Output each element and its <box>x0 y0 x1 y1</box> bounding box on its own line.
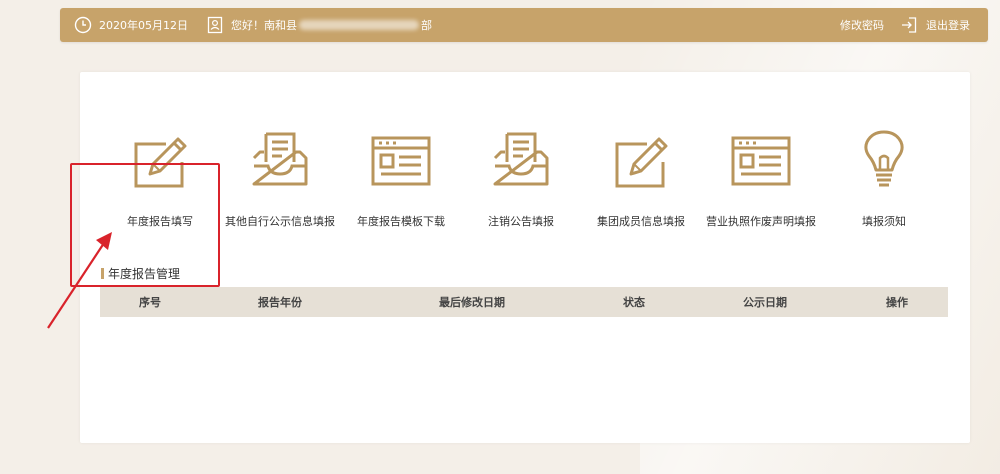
edit-icon <box>576 128 706 192</box>
column-header: 最后修改日期 <box>439 296 505 309</box>
menu-label: 营业执照作废声明填报 <box>706 215 816 228</box>
menu-item-group-members[interactable]: 集团成员信息填报 <box>576 128 706 229</box>
menu-item-other-disclosure[interactable]: 其他自行公示信息填报 <box>215 128 345 229</box>
user-suffix: 部 <box>421 19 432 32</box>
menu-item-filing-notes[interactable]: 填报须知 <box>819 128 949 229</box>
current-date: 2020年05月12日 <box>74 16 188 34</box>
top-header-bar: 2020年05月12日 您好！南和县 部 修改密码 退出登录 <box>60 8 988 42</box>
menu-label: 填报须知 <box>862 215 906 228</box>
annotation-arrow <box>47 232 112 329</box>
logout-button[interactable]: 退出登录 <box>900 16 970 34</box>
report-table-header: 序号 报告年份 最后修改日期 状态 公示日期 操作 <box>100 287 948 317</box>
lightbulb-icon <box>819 128 949 192</box>
logout-label: 退出登录 <box>926 19 970 32</box>
column-header: 序号 <box>139 296 161 309</box>
column-header: 状态 <box>623 296 645 309</box>
user-id-icon <box>206 16 224 34</box>
greeting-text: 您好！南和县 <box>231 19 297 32</box>
menu-item-cancellation-notice[interactable]: 注销公告填报 <box>456 128 586 229</box>
column-header: 报告年份 <box>258 296 302 309</box>
window-doc-icon <box>336 128 466 192</box>
menu-label: 年度报告模板下载 <box>357 215 445 228</box>
redacted-username <box>299 20 419 30</box>
clock-icon <box>74 16 92 34</box>
menu-label: 其他自行公示信息填报 <box>225 215 335 228</box>
window-doc-icon <box>696 128 826 192</box>
function-menu: 年度报告填写 其他自行公示信息填报 年度报告模板下载 注销公告填报 集团成员信息… <box>70 128 970 287</box>
menu-item-license-void[interactable]: 营业执照作废声明填报 <box>696 128 826 229</box>
main-panel: 年度报告填写 其他自行公示信息填报 年度报告模板下载 注销公告填报 集团成员信息… <box>70 72 970 443</box>
menu-item-template-download[interactable]: 年度报告模板下载 <box>336 128 466 229</box>
column-header: 操作 <box>886 296 908 309</box>
menu-label: 集团成员信息填报 <box>597 215 685 228</box>
date-text: 2020年05月12日 <box>99 19 188 32</box>
user-info: 您好！南和县 部 <box>206 16 432 34</box>
inbox-doc-icon <box>456 128 586 192</box>
logout-icon <box>900 16 918 34</box>
inbox-doc-icon <box>215 128 345 192</box>
column-header: 公示日期 <box>743 296 787 309</box>
change-password-link[interactable]: 修改密码 <box>840 17 884 33</box>
menu-label: 注销公告填报 <box>488 215 554 228</box>
